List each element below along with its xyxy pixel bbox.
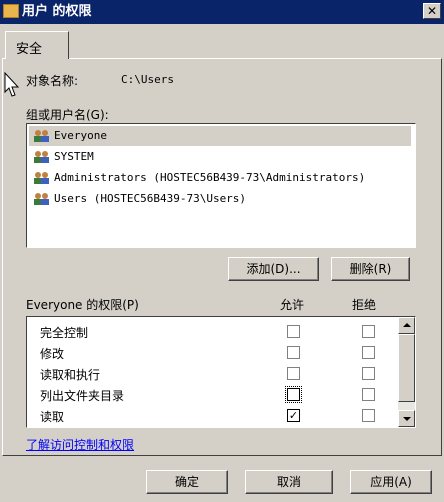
list-item[interactable]: Administrators (HOSTEC56B439-73\Administ… <box>29 168 411 188</box>
users-icon <box>34 193 49 205</box>
arrow-down-icon <box>403 417 411 421</box>
permission-label: 完全控制 <box>40 326 89 340</box>
arrow-up-icon <box>403 323 411 327</box>
permission-row: 完全控制 <box>27 321 399 342</box>
permissions-label: Everyone 的权限(P) <box>26 298 139 312</box>
permissions-scrollbar[interactable] <box>398 317 415 427</box>
cancel-button[interactable]: 取消 <box>245 470 333 494</box>
title-bar: 用户 的权限 ✕ <box>0 0 444 24</box>
allow-checkbox[interactable]: ✓ <box>287 409 300 422</box>
permission-row: 读取 ✓ <box>27 405 399 426</box>
permission-label: 列出文件夹目录 <box>40 389 125 403</box>
list-item-label: Users (HOSTEC56B439-73\Users) <box>54 192 247 205</box>
folder-icon <box>3 4 19 18</box>
scroll-thumb[interactable] <box>398 334 415 402</box>
add-button[interactable]: 添加(D)... <box>228 257 319 281</box>
scroll-down-button[interactable] <box>398 410 415 427</box>
deny-checkbox[interactable] <box>362 388 375 401</box>
permission-row: 读取和执行 <box>27 363 399 384</box>
list-item-label: Administrators (HOSTEC56B439-73\Administ… <box>54 171 366 184</box>
group-list[interactable]: Everyone SYSTEM Administrators (HOSTEC56… <box>26 123 416 248</box>
window-title: 用户 的权限 <box>22 4 92 19</box>
permission-row: 修改 <box>27 342 399 363</box>
ok-button[interactable]: 确定 <box>146 470 228 494</box>
close-icon: ✕ <box>426 4 438 18</box>
permission-row: 列出文件夹目录 <box>27 384 399 405</box>
deny-header: 拒绝 <box>352 298 377 312</box>
apply-button[interactable]: 应用(A) <box>350 470 432 494</box>
tab-security-label: 安全 <box>16 42 43 57</box>
list-item-label: SYSTEM <box>54 150 94 163</box>
allow-checkbox[interactable] <box>285 386 302 403</box>
list-item[interactable]: Everyone <box>29 126 411 146</box>
group-list-label: 组或用户名(G): <box>26 108 109 122</box>
permissions-list: 完全控制 修改 读取和执行 列出文件夹目录 读取 ✓ <box>26 316 416 428</box>
list-item[interactable]: Users (HOSTEC56B439-73\Users) <box>29 189 411 209</box>
list-item-label: Everyone <box>54 129 107 142</box>
users-icon <box>34 151 49 163</box>
deny-checkbox[interactable] <box>362 409 375 422</box>
allow-header: 允许 <box>280 298 305 312</box>
check-icon: ✓ <box>288 409 299 422</box>
permission-label: 修改 <box>40 347 65 361</box>
remove-button[interactable]: 删除(R) <box>331 257 410 281</box>
close-button[interactable]: ✕ <box>423 3 441 19</box>
object-name-value: C:\Users <box>121 73 174 86</box>
allow-checkbox[interactable] <box>287 367 300 380</box>
scroll-up-button[interactable] <box>398 317 415 334</box>
permission-label: 读取和执行 <box>40 368 101 382</box>
permission-label: 读取 <box>40 410 65 424</box>
deny-checkbox[interactable] <box>362 367 375 380</box>
help-link[interactable]: 了解访问控制和权限 <box>26 436 134 453</box>
mouse-cursor-icon <box>4 72 20 97</box>
deny-checkbox[interactable] <box>362 346 375 359</box>
users-icon <box>34 130 49 142</box>
tab-security[interactable]: 安全 <box>5 31 69 59</box>
allow-checkbox[interactable] <box>287 325 300 338</box>
deny-checkbox[interactable] <box>362 325 375 338</box>
allow-checkbox[interactable] <box>287 346 300 359</box>
list-item[interactable]: SYSTEM <box>29 147 411 167</box>
object-name-label: 对象名称: <box>26 74 79 88</box>
users-icon <box>34 172 49 184</box>
